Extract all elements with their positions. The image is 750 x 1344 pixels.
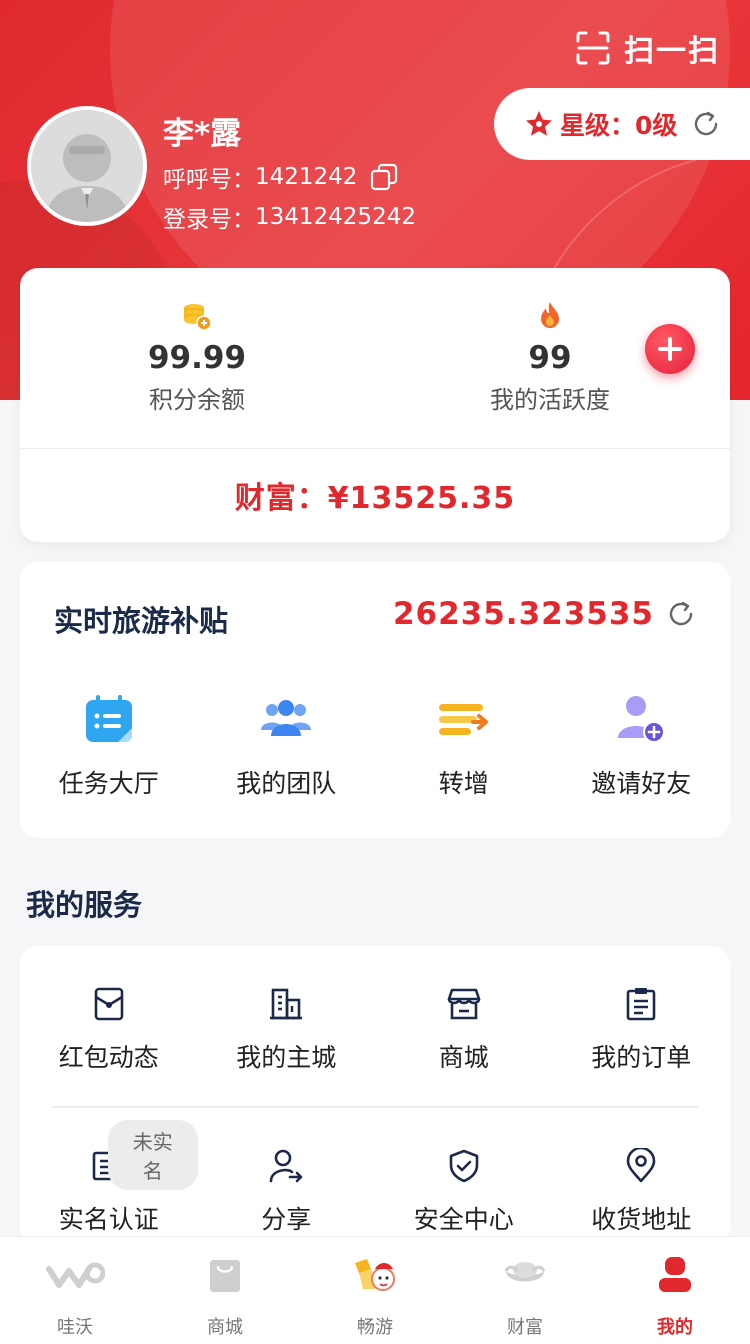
huhu-id-value: 1421242 xyxy=(255,164,358,190)
my-main-city-label: 我的主城 xyxy=(236,1043,337,1072)
wo-logo-icon xyxy=(46,1262,106,1288)
mall-label: 商城 xyxy=(438,1043,489,1072)
star-icon xyxy=(526,111,552,136)
clipboard-icon xyxy=(626,988,656,1021)
scan-label: 扫一扫 xyxy=(624,34,720,69)
tab-wawo[interactable]: 哇沃 xyxy=(0,1237,150,1344)
shipping-address-label: 收货地址 xyxy=(591,1205,692,1234)
security-center-label: 安全中心 xyxy=(413,1205,514,1234)
coins-icon xyxy=(184,304,212,331)
tab-travel[interactable]: 畅游 xyxy=(300,1237,450,1344)
tab-wealth[interactable]: 财富 xyxy=(450,1237,600,1344)
my-team-button[interactable]: 我的团队 xyxy=(198,692,376,800)
real-name-auth-button[interactable]: 未实名 实名认证 xyxy=(20,1120,198,1236)
transfer-button[interactable]: 转增 xyxy=(375,692,553,800)
login-id-label: 登录号： xyxy=(163,207,255,233)
huhu-id-label: 呼呼号： xyxy=(163,167,255,193)
scan-icon xyxy=(576,31,610,65)
wealth-total[interactable]: 财富：¥13525.35 xyxy=(20,448,730,542)
task-hall-label: 任务大厅 xyxy=(58,769,159,798)
activity-score-value: 99 xyxy=(528,340,572,376)
transfer-icon xyxy=(438,704,488,735)
invite-friends-button[interactable]: 邀请好友 xyxy=(553,692,731,800)
tab-label: 我的 xyxy=(657,1317,693,1338)
mall-button[interactable]: 商城 xyxy=(375,986,553,1074)
points-balance-value: 99.99 xyxy=(147,340,247,376)
travel-mascot-icon xyxy=(355,1259,395,1291)
points-balance[interactable]: 99.99 积分余额 xyxy=(72,300,322,415)
fire-icon xyxy=(541,302,559,328)
security-center-button[interactable]: 安全中心 xyxy=(375,1148,553,1236)
invite-friends-label: 邀请好友 xyxy=(591,769,692,798)
building-icon xyxy=(270,988,303,1020)
points-card: 99.99 积分余额 99 我的活跃度 财富：¥13525.35 xyxy=(20,268,730,542)
travel-subsidy-card: 实时旅游补贴 26235.323535 任务大厅 我的团队 转增 邀请好友 xyxy=(20,562,730,838)
tab-label: 财富 xyxy=(507,1317,543,1338)
quick-actions: 任务大厅 我的团队 转增 邀请好友 xyxy=(20,692,730,800)
my-team-label: 我的团队 xyxy=(236,769,337,798)
star-level-label: 星级： xyxy=(560,111,636,140)
my-main-city-button[interactable]: 我的主城 xyxy=(198,986,376,1074)
login-id-value: 13412425242 xyxy=(255,204,416,230)
tab-label: 商城 xyxy=(207,1317,243,1338)
tab-label: 畅游 xyxy=(357,1317,393,1338)
star-level-pill[interactable]: 星级： 0级 xyxy=(494,88,750,160)
refresh-icon[interactable] xyxy=(666,599,696,629)
team-icon xyxy=(261,700,312,736)
share-user-icon xyxy=(269,1149,303,1183)
bottom-tab-bar: 哇沃 商城 畅游 财富 我的 xyxy=(0,1236,750,1344)
add-user-icon xyxy=(618,696,666,743)
user-name: 李*露 xyxy=(163,116,242,152)
my-orders-label: 我的订单 xyxy=(591,1043,692,1072)
tab-mall[interactable]: 商城 xyxy=(150,1237,300,1344)
refresh-icon[interactable] xyxy=(691,109,721,139)
activity-score-label: 我的活跃度 xyxy=(490,386,610,414)
login-id-row: 登录号： 13412425242 xyxy=(163,200,416,234)
services-title: 我的服务 xyxy=(26,888,143,922)
services-card: 红包动态 我的主城 商城 我的订单 未实名 实名认证 分享 安全中心 收货地址 xyxy=(20,946,730,1246)
activity-score[interactable]: 99 我的活跃度 xyxy=(425,300,675,415)
share-button[interactable]: 分享 xyxy=(198,1148,376,1236)
subsidy-title: 实时旅游补贴 xyxy=(54,604,229,638)
subsidy-value-row: 26235.323535 xyxy=(393,596,696,632)
task-hall-button[interactable]: 任务大厅 xyxy=(20,692,198,800)
add-activity-button[interactable] xyxy=(645,324,695,374)
points-balance-label: 积分余额 xyxy=(149,386,245,414)
red-packet-icon xyxy=(94,987,124,1021)
services-row: 未实名 实名认证 分享 安全中心 收货地址 xyxy=(20,1120,731,1236)
share-label: 分享 xyxy=(261,1205,312,1234)
subsidy-value: 26235.323535 xyxy=(392,596,654,632)
huhu-id-row: 呼呼号： 1421242 xyxy=(163,160,399,194)
shipping-address-button[interactable]: 收货地址 xyxy=(553,1146,731,1236)
calendar-tasks-icon xyxy=(85,695,132,742)
store-icon xyxy=(447,988,481,1020)
my-orders-button[interactable]: 我的订单 xyxy=(553,986,731,1074)
shopping-bag-icon xyxy=(210,1260,240,1292)
shield-icon xyxy=(449,1149,479,1183)
user-icon xyxy=(659,1257,691,1292)
ingot-icon xyxy=(504,1262,546,1282)
transfer-label: 转增 xyxy=(438,769,489,798)
copy-icon[interactable] xyxy=(369,162,399,192)
red-packet-label: 红包动态 xyxy=(58,1043,159,1072)
divider xyxy=(52,1106,698,1108)
red-packet-button[interactable]: 红包动态 xyxy=(20,986,198,1074)
avatar[interactable] xyxy=(27,106,147,226)
unverified-badge: 未实名 xyxy=(108,1120,198,1190)
real-name-auth-label: 实名认证 xyxy=(58,1205,159,1234)
scan-button[interactable]: 扫一扫 xyxy=(576,26,720,70)
location-pin-icon xyxy=(626,1146,656,1183)
tab-label: 哇沃 xyxy=(57,1317,93,1338)
avatar-placeholder-icon xyxy=(31,110,143,222)
tab-mine[interactable]: 我的 xyxy=(600,1237,750,1344)
star-level-value: 0级 xyxy=(635,111,678,140)
services-row: 红包动态 我的主城 商城 我的订单 xyxy=(20,986,730,1074)
plus-icon xyxy=(658,337,682,361)
